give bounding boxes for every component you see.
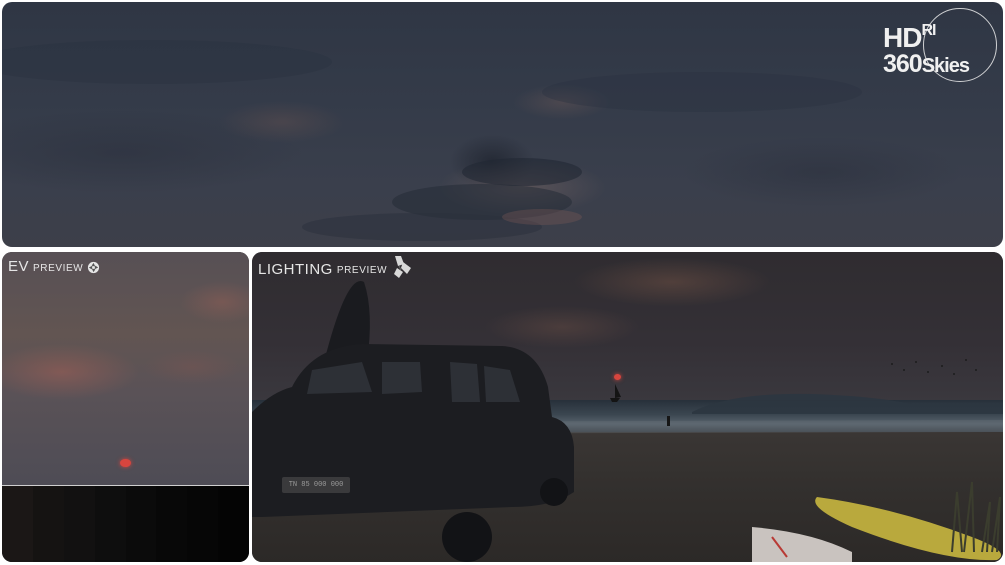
wave [692, 393, 1003, 414]
lighting-preview-label: LIGHTING PREVIEW [258, 256, 415, 280]
ev-swatch [125, 486, 157, 562]
ev-swatch [63, 486, 95, 562]
aperture-icon [88, 261, 100, 273]
sailboat [610, 384, 621, 402]
white-surfboard [752, 527, 852, 562]
ev-exposure-strip [2, 486, 249, 562]
ev-swatch [187, 486, 219, 562]
car-license-plate: TN 85 000 000 [288, 481, 344, 489]
cloud-layer [2, 40, 862, 241]
lighting-label-sub: PREVIEW [336, 265, 388, 276]
lighting-label-main: LIGHTING [258, 260, 333, 278]
ev-swatch [2, 486, 33, 562]
ev-swatch [32, 486, 64, 562]
spotlight-icon [394, 256, 412, 278]
ev-preview-sky [2, 252, 249, 485]
ev-swatch [218, 486, 249, 562]
person [667, 416, 670, 426]
ev-swatch [94, 486, 126, 562]
lighting-scene [252, 281, 1003, 562]
ev-preview-panel: EV PREVIEW [2, 252, 249, 562]
lighting-preview-panel: TN 85 000 000 LIGHTING PREVIEW [252, 252, 1003, 562]
sun-marker [120, 459, 131, 467]
ev-swatch [156, 486, 188, 562]
ev-preview-label: EV PREVIEW [8, 258, 100, 275]
logo-line-2: 360Skies [883, 50, 970, 78]
hdri-360-skies-logo: HDRI 360Skies [883, 8, 997, 88]
ev-label-sub: PREVIEW [33, 262, 84, 274]
sun-marker-lighting [614, 374, 621, 380]
birds [891, 359, 977, 375]
hdri-sky-panorama: HDRI 360Skies [2, 2, 1003, 247]
ev-label-main: EV [8, 258, 30, 275]
